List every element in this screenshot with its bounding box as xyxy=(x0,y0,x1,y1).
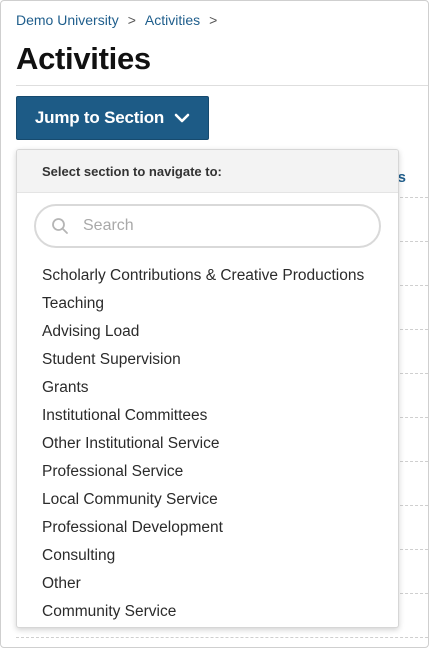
section-option[interactable]: Other Institutional Service xyxy=(42,430,364,458)
section-option[interactable]: Teaching xyxy=(42,290,364,318)
section-option[interactable]: Local Community Service xyxy=(42,486,364,514)
section-option[interactable]: Institutional Committees xyxy=(42,402,364,430)
app-frame: Demo University > Activities > Activitie… xyxy=(0,0,429,648)
section-dropdown: Select section to navigate to: Scholarly… xyxy=(16,149,399,628)
section-option[interactable]: Community Service xyxy=(42,598,364,626)
section-option[interactable]: Student Supervision xyxy=(42,346,364,374)
title-divider xyxy=(16,85,428,86)
search-input[interactable] xyxy=(81,216,335,236)
dropdown-header: Select section to navigate to: xyxy=(17,150,398,193)
breadcrumb-separator: > xyxy=(127,12,136,28)
chevron-down-icon xyxy=(174,113,190,123)
page-title: Activities xyxy=(16,41,151,76)
section-option[interactable]: Consulting xyxy=(42,542,364,570)
breadcrumb: Demo University > Activities > xyxy=(16,12,226,28)
section-option[interactable]: Professional Service xyxy=(42,458,364,486)
search-field[interactable] xyxy=(34,204,381,248)
section-option[interactable]: Scholarly Contributions & Creative Produ… xyxy=(42,262,364,290)
section-option[interactable]: Advising Load xyxy=(42,318,364,346)
background-row-divider xyxy=(16,637,428,639)
breadcrumb-separator: > xyxy=(209,12,218,28)
section-option[interactable]: Grants xyxy=(42,374,364,402)
breadcrumb-item-activities[interactable]: Activities xyxy=(145,12,200,28)
section-option[interactable]: Professional Development xyxy=(42,514,364,542)
breadcrumb-item-home[interactable]: Demo University xyxy=(16,12,119,28)
section-option[interactable]: Other xyxy=(42,570,364,598)
search-icon xyxy=(52,218,68,234)
section-list: Scholarly Contributions & Creative Produ… xyxy=(42,262,364,626)
jump-to-section-button[interactable]: Jump to Section xyxy=(16,96,209,140)
jump-to-section-label: Jump to Section xyxy=(34,108,165,127)
